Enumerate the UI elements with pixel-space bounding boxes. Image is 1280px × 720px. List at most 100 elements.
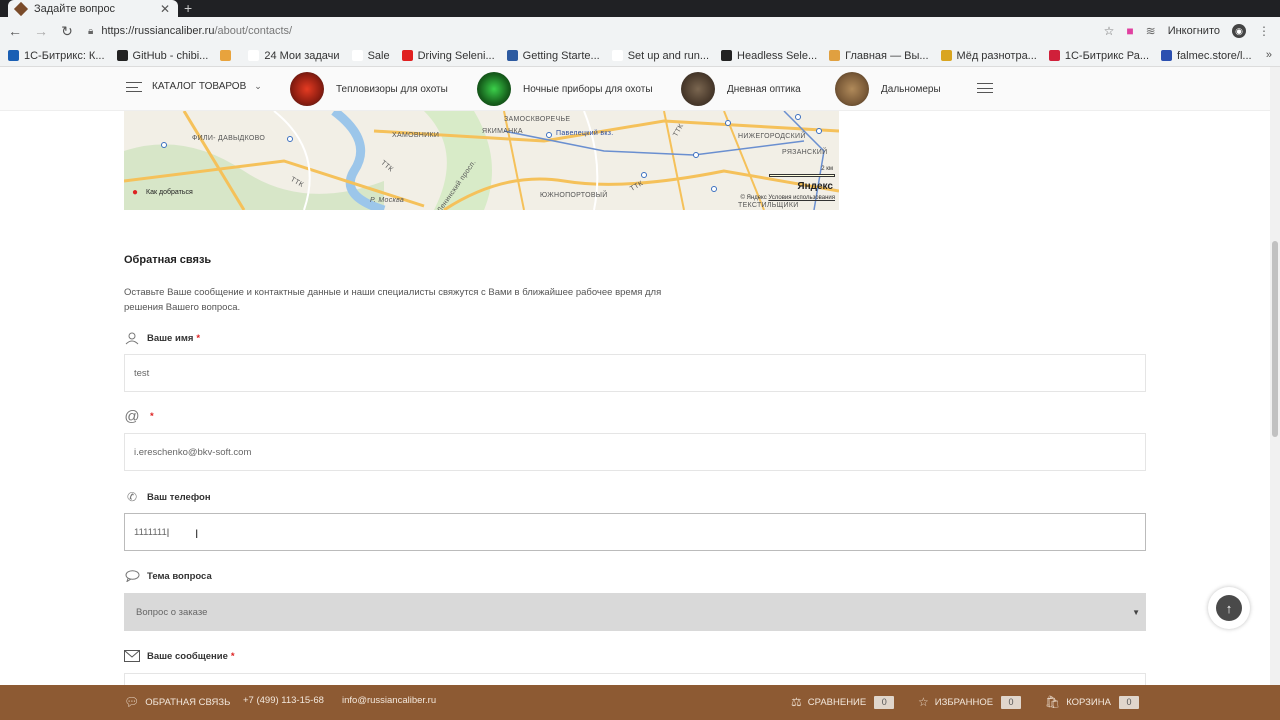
scrollbar-thumb[interactable] [1272,241,1278,437]
map-label: РЯЗАНСКИЙ [782,149,828,156]
main-menu-burger-icon[interactable] [977,83,993,93]
scroll-to-top-button[interactable]: ↑ [1208,587,1250,629]
email-field[interactable]: i.ereschenko@bkv-soft.com [124,433,1146,471]
category-thumb-icon [681,72,715,106]
bookmark-label: Sale [367,49,390,62]
nav-category-label: Ночные приборы для охоты [523,83,653,95]
page-scrollbar[interactable] [1270,67,1280,685]
feedback-label: ОБРАТНАЯ СВЯЗЬ [145,696,231,708]
arrow-up-icon: ↑ [1216,595,1242,621]
compare-label: СРАВНЕНИЕ [807,696,867,708]
bookmark-star-icon[interactable]: ☆ [1104,24,1115,38]
text-caret: | [166,526,170,538]
favorites-label: ИЗБРАННОЕ [934,696,994,708]
yandex-logo[interactable]: Яндекс [797,181,833,192]
compare-count-badge: 0 [874,695,895,709]
bookmark-item[interactable]: 1С-Битрикс Ра... [1048,50,1149,62]
compare-link[interactable]: ⚖ СРАВНЕНИЕ 0 [791,695,895,709]
reload-icon[interactable]: ↻ [56,23,78,40]
bookmark-label: Мёд разнотра... [956,49,1037,62]
nav-category-thermal[interactable]: Тепловизоры для охоты [290,72,448,106]
bookmark-item[interactable]: Sale [351,49,390,62]
form-description: Оставьте Ваше сообщение и контактные дан… [124,287,662,313]
browser-tab[interactable]: Задайте вопрос ✕ [8,0,178,17]
phone-link[interactable]: +7 (499) 113-15-68 [243,695,324,706]
map-label: ЯКИМАНКА [482,128,523,135]
footer-phone: +7 (499) 113-15-68 [243,695,324,706]
phone-label-text: Ваш телефон [147,491,211,503]
bookmark-label: 1С-Битрикс: К... [24,49,105,62]
phone-field-value: 1111111 [134,526,167,538]
bookmark-item[interactable]: Мёд разнотра... [940,49,1037,62]
favorites-link[interactable]: ☆ ИЗБРАННОЕ 0 [918,695,1022,709]
site-header-nav: КАТАЛОГ ТОВАРОВ ⌄ Тепловизоры для охоты … [0,67,1270,111]
email-link[interactable]: info@russiancaliber.ru [342,695,436,706]
map-scale-label: 2 км [821,166,833,172]
bookmark-item[interactable]: falmec.store/l... [1161,50,1252,62]
topic-select[interactable]: Вопрос о заказе ▼ [124,593,1146,631]
bookmark-label: Getting Starte... [522,49,600,62]
browser-menu-icon[interactable]: ⋮ [1258,24,1270,38]
topic-label-text: Тема вопроса [147,570,212,582]
bookmark-favicon-icon [506,50,518,61]
catalog-menu-button[interactable]: КАТАЛОГ ТОВАРОВ ⌄ [126,81,262,92]
nav-category-label: Дальномеры [881,83,941,95]
bookmark-favicon-icon [8,50,19,61]
bookmark-item[interactable]: Главная — Вы... [829,50,929,62]
bookmark-label: Driving Seleni... [417,49,495,62]
bookmark-item[interactable]: Set up and run... [611,50,709,62]
bookmark-favicon-icon [1161,50,1172,61]
nav-category-day-optics[interactable]: Дневная оптика [681,72,801,106]
url-field[interactable]: 🔒︎ https://russiancaliber.ru/about/conta… [88,25,1104,37]
feedback-link[interactable]: 💬︎ ОБРАТНАЯ СВЯЗЬ [124,695,230,709]
bookmark-favicon-icon [611,50,623,61]
bookmark-item[interactable]: 1С-Битрикс: К... [8,50,105,62]
bookmark-favicon-icon [248,50,260,61]
name-field-value: test [134,367,150,379]
phone-field[interactable]: 1111111 | I [124,513,1146,551]
bookmark-favicon-icon [401,50,413,61]
yandex-map[interactable]: ФИЛИ- ДАВЫДКОВО ХАМОВНИКИ ЯКИМАНКА ЗАМОС… [124,111,839,210]
nav-category-rangefinders[interactable]: Дальномеры [835,72,941,106]
map-terms-link[interactable]: © Яндекс Условия использования [740,195,835,201]
bookmark-item[interactable]: Headless Sele... [721,50,817,62]
bookmark-item[interactable]: Driving Seleni... [401,49,495,62]
name-label-text: Ваше имя [147,332,194,344]
bookmark-label: GitHub - chibi... [132,49,209,62]
speech-bubble-icon [124,569,140,583]
scales-icon: ⚖ [791,695,802,709]
extension-icon[interactable]: ■ [1126,24,1133,38]
required-mark: * [196,332,201,344]
cart-link[interactable]: 🛍︎ КОРЗИНА 0 [1045,695,1139,709]
nav-category-night-vision[interactable]: Ночные приборы для охоты [477,72,653,106]
bookmark-favicon-icon [721,50,733,61]
bookmark-label: Headless Sele... [737,49,818,62]
map-label: ТЕКСТИЛЬЩИКИ [738,202,799,209]
bookmarks-overflow-button[interactable]: » [1266,49,1272,61]
bookmarks-bar: 1С-Битрикс: К... GitHub - chibi... 24 Мои … [0,45,1280,67]
bookmark-label: falmec.store/l... [1177,49,1252,62]
forward-arrow-icon[interactable]: → [30,23,52,39]
bookmark-favicon-icon [351,50,363,61]
map-label: Павелецкий вкз. [556,130,614,137]
map-route-label: Как добраться [146,189,193,196]
extension-2-icon[interactable]: ≋ [1146,24,1156,38]
topic-select-value: Вопрос о заказе [136,606,208,618]
name-field[interactable]: test [124,354,1146,392]
required-mark: * [230,650,235,662]
close-tab-icon[interactable]: ✕ [160,2,170,16]
tab-title: Задайте вопрос [34,2,116,15]
bookmark-favicon-icon [940,50,952,61]
map-copyright: © Яндекс [740,195,767,201]
bookmark-item[interactable]: 24 Мои задачи [248,50,340,62]
bookmark-item[interactable] [220,50,236,61]
map-label: ХАМОВНИКИ [392,132,440,139]
bookmark-item[interactable]: GitHub - chibi... [116,49,209,62]
incognito-icon[interactable]: ◉ [1232,24,1246,38]
new-tab-button[interactable]: + [184,0,192,17]
message-label-text: Ваше сообщение [147,650,228,662]
bookmark-item[interactable]: Getting Starte... [506,49,600,62]
back-arrow-icon[interactable]: ← [4,23,26,39]
category-thumb-icon [290,72,324,106]
map-directions-link[interactable]: ● Как добраться [132,187,193,198]
